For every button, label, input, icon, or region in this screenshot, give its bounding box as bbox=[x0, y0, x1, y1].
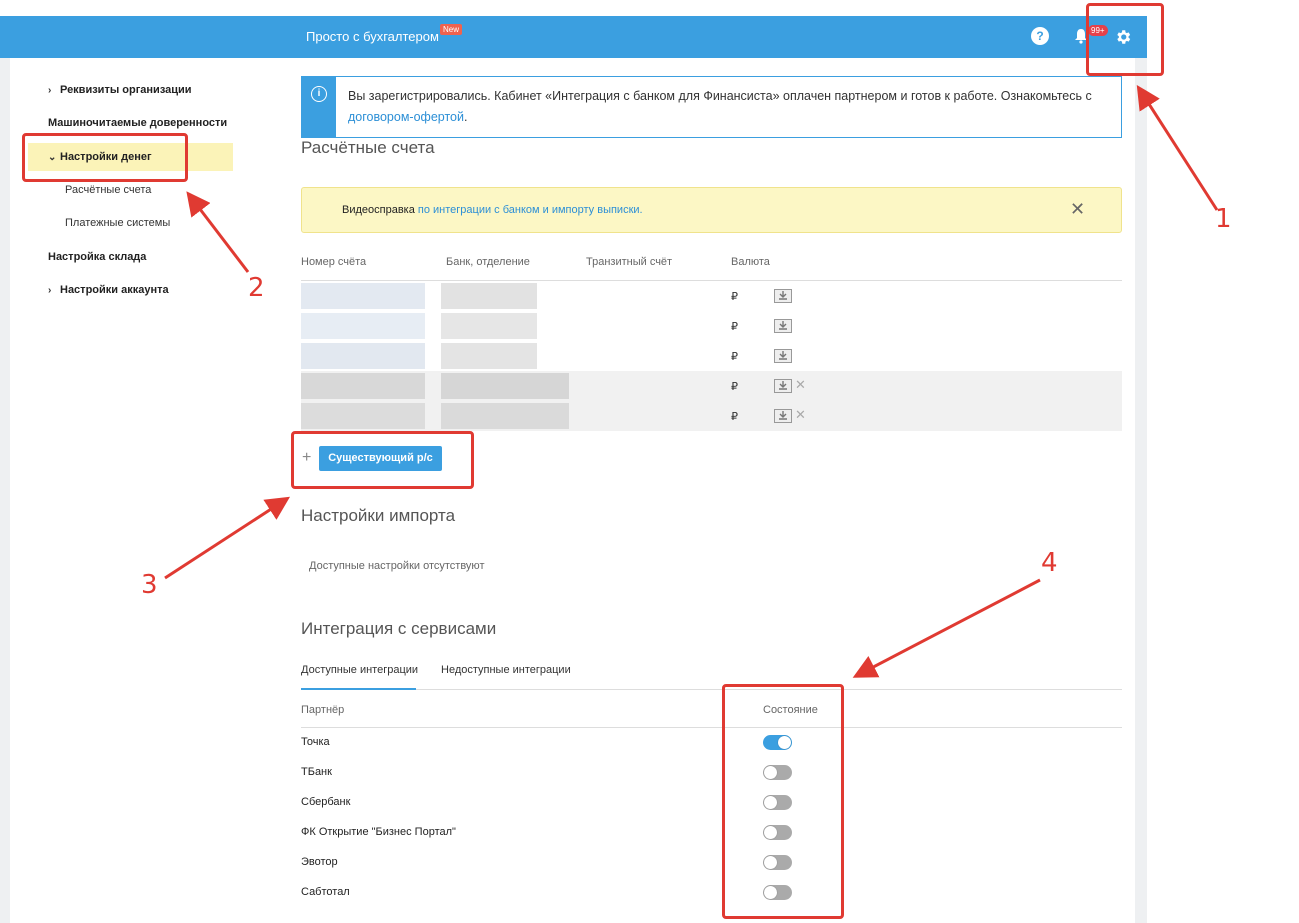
annotation-number-2: 2 bbox=[248, 273, 265, 303]
annotation-box-4 bbox=[722, 684, 844, 919]
bank-redacted bbox=[441, 283, 537, 309]
new-badge: New bbox=[440, 24, 463, 35]
chevron-right-icon: › bbox=[48, 85, 52, 96]
tab-available-integrations[interactable]: Доступные интеграции bbox=[301, 664, 418, 676]
upload-icon[interactable] bbox=[774, 409, 792, 423]
sidebar-item-requisites[interactable]: › Реквизиты организации bbox=[48, 84, 192, 96]
info-banner: i Вы зарегистрировались. Кабинет «Интегр… bbox=[301, 76, 1122, 138]
bank-redacted bbox=[441, 403, 569, 429]
left-gutter bbox=[0, 58, 10, 923]
bank-redacted bbox=[441, 373, 569, 399]
bank-redacted bbox=[441, 343, 537, 369]
video-help-link[interactable]: по интеграции с банком и импорту выписки… bbox=[418, 204, 643, 216]
account-number-redacted bbox=[301, 373, 425, 399]
download-icon[interactable] bbox=[774, 319, 792, 333]
import-section-title: Настройки импорта bbox=[301, 506, 456, 525]
sidebar-item-payment-systems[interactable]: Платежные системы bbox=[65, 217, 170, 229]
account-number-redacted bbox=[301, 283, 425, 309]
currency-symbol: ₽ bbox=[731, 291, 738, 303]
annotation-arrow-4 bbox=[852, 578, 1041, 678]
sidebar-item-machine-poa[interactable]: Машиночитаемые доверенности bbox=[48, 117, 227, 129]
download-icon[interactable] bbox=[774, 289, 792, 303]
sidebar-item-warehouse[interactable]: Настройка склада bbox=[48, 251, 146, 263]
col-transit: Транзитный счёт bbox=[586, 256, 673, 268]
partner-name: Эвотор bbox=[301, 856, 338, 868]
import-empty-text: Доступные настройки отсутствуют bbox=[309, 560, 485, 572]
bank-redacted bbox=[441, 313, 537, 339]
partner-name: Точка bbox=[301, 736, 330, 748]
table-row[interactable]: ₽ bbox=[301, 281, 1122, 311]
annotation-number-4: 4 bbox=[1041, 548, 1058, 578]
account-number-redacted bbox=[301, 403, 425, 429]
partner-name: Сабтотал bbox=[301, 886, 350, 898]
chevron-right-icon: › bbox=[48, 285, 52, 296]
right-gutter bbox=[1135, 58, 1147, 923]
brand-title[interactable]: Просто с бухгалтером bbox=[306, 29, 439, 44]
currency-symbol: ₽ bbox=[731, 411, 738, 423]
top-header: Просто с бухгалтером New ? 99+ bbox=[0, 16, 1147, 58]
partner-name: Сбербанк bbox=[301, 796, 351, 808]
accounts-section-title: Расчётные счета bbox=[301, 138, 435, 157]
account-number-redacted bbox=[301, 343, 425, 369]
help-icon[interactable]: ? bbox=[1031, 27, 1049, 45]
offer-contract-link[interactable]: договором-офертой bbox=[348, 110, 464, 124]
delete-icon[interactable]: ✕ bbox=[795, 407, 806, 423]
info-icon: i bbox=[311, 86, 327, 102]
table-row[interactable]: ₽ ✕ bbox=[301, 371, 1122, 401]
table-row[interactable]: ₽ bbox=[301, 311, 1122, 341]
col-currency: Валюта bbox=[731, 256, 770, 268]
close-icon[interactable]: ✕ bbox=[1070, 199, 1085, 220]
sidebar-item-account-settings[interactable]: › Настройки аккаунта bbox=[48, 284, 169, 296]
active-tab-indicator bbox=[301, 688, 416, 690]
annotation-arrow-2 bbox=[186, 191, 250, 273]
currency-symbol: ₽ bbox=[731, 351, 738, 363]
download-icon[interactable] bbox=[774, 349, 792, 363]
upload-icon[interactable] bbox=[774, 379, 792, 393]
sidebar-item-bank-accounts[interactable]: Расчётные счета bbox=[65, 184, 151, 196]
table-row[interactable]: ₽ ✕ bbox=[301, 401, 1122, 431]
integrations-section-title: Интеграция с сервисами bbox=[301, 619, 497, 638]
table-row[interactable]: ₽ bbox=[301, 341, 1122, 371]
tab-unavailable-integrations[interactable]: Недоступные интеграции bbox=[441, 664, 571, 676]
annotation-arrow-3 bbox=[164, 496, 291, 580]
annotation-number-3: 3 bbox=[141, 570, 158, 600]
annotation-arrow-1 bbox=[1136, 84, 1219, 211]
video-help-notice: Видеосправка по интеграции с банком и им… bbox=[301, 187, 1122, 233]
annotation-arrows bbox=[164, 84, 1219, 678]
partner-name: ТБанк bbox=[301, 766, 332, 778]
annotation-box-1 bbox=[1086, 3, 1164, 76]
currency-symbol: ₽ bbox=[731, 321, 738, 333]
col-bank: Банк, отделение bbox=[446, 256, 530, 268]
currency-symbol: ₽ bbox=[731, 381, 738, 393]
annotation-box-2 bbox=[22, 133, 188, 182]
account-number-redacted bbox=[301, 313, 425, 339]
annotation-box-3 bbox=[291, 431, 474, 489]
annotation-number-1: 1 bbox=[1215, 204, 1232, 234]
delete-icon[interactable]: ✕ bbox=[795, 377, 806, 393]
col-partner: Партнёр bbox=[301, 704, 345, 716]
col-account-number: Номер счёта bbox=[301, 256, 367, 268]
partner-name: ФК Открытие "Бизнес Портал" bbox=[301, 826, 456, 838]
